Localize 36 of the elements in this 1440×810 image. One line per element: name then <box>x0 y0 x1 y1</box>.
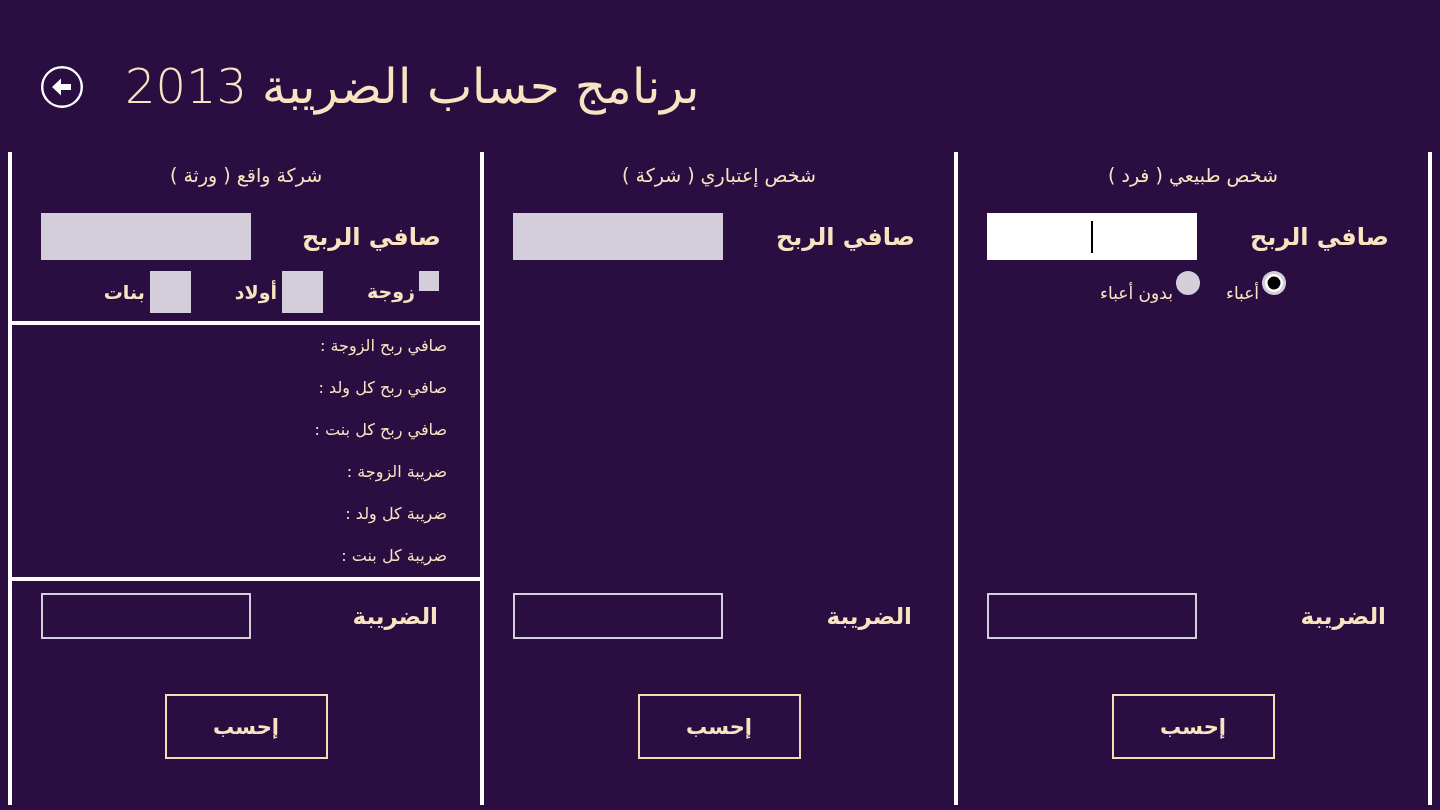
count-label: أولاد <box>234 280 278 304</box>
tax-label: الضريبة <box>1300 603 1386 629</box>
net-profit-label: صافي الربح <box>775 222 915 251</box>
checkbox[interactable] <box>419 271 439 291</box>
result-label: ضريبة كل ولد : <box>345 503 447 526</box>
result-label: صافي ربح الزوجة : <box>320 335 447 358</box>
count-input-field[interactable] <box>282 271 324 313</box>
page-title: برنامج حساب الضريبة 2013 <box>125 58 699 116</box>
net-profit-label: صافي الربح <box>1249 222 1389 251</box>
net-profit-label: صافي الربح <box>301 222 441 251</box>
profit-input-field[interactable] <box>41 213 251 260</box>
count-label: بنات <box>103 280 145 304</box>
profit-input-field[interactable] <box>513 213 723 260</box>
tax-output-field[interactable] <box>987 593 1197 639</box>
text-cursor-icon <box>1091 220 1093 253</box>
radio-button[interactable] <box>1175 271 1200 295</box>
radio-label: أعباء <box>1225 282 1260 304</box>
calculate-button[interactable]: إحسب <box>1111 694 1275 759</box>
radio-label: بدون أعباء <box>1099 282 1173 304</box>
result-label: صافي ربح كل ولد : <box>318 377 447 400</box>
tax-output-field[interactable] <box>513 593 723 639</box>
panel-title: شركة واقع ( ورثة ) <box>169 163 323 187</box>
count-input-field[interactable] <box>149 271 191 313</box>
result-label: ضريبة الزوجة : <box>346 461 447 484</box>
calculate-button[interactable]: إحسب <box>164 694 328 759</box>
tax-label: الضريبة <box>352 603 438 629</box>
result-label: ضريبة كل بنت : <box>341 545 447 568</box>
profit-input-field[interactable] <box>987 213 1197 260</box>
checkbox-label: زوجة <box>367 279 415 303</box>
result-label: صافي ربح كل بنت : <box>314 419 447 442</box>
radio-button[interactable] <box>1262 271 1287 295</box>
tax-output-field[interactable] <box>41 593 251 639</box>
panel-title: شخص طبيعي ( فرد ) <box>1107 163 1279 187</box>
tax-label: الضريبة <box>826 603 912 629</box>
panel-title: شخص إعتباري ( شركة ) <box>622 163 816 187</box>
calculate-button[interactable]: إحسب <box>637 694 801 759</box>
